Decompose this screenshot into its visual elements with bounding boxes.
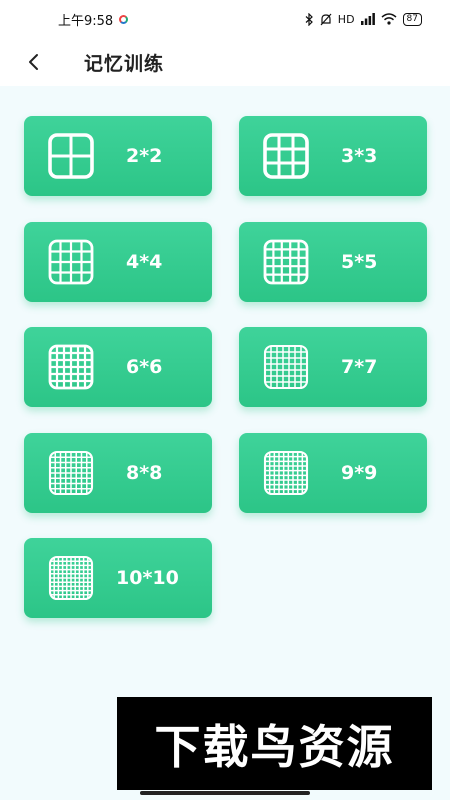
grid-2x2-icon — [48, 133, 94, 179]
grid-option-label: 7*7 — [341, 356, 378, 378]
battery-indicator: 87 — [402, 12, 422, 26]
status-left: 上午9:58 — [58, 10, 129, 29]
grid-option-label: 5*5 — [341, 251, 378, 273]
home-indicator — [140, 791, 310, 795]
grid-option-label: 10*10 — [116, 567, 179, 589]
grid-3x3-icon — [263, 133, 309, 179]
grid-option-label: 8*8 — [126, 462, 163, 484]
grid-option-label: 3*3 — [341, 145, 378, 167]
app-header: 记忆训练 — [0, 38, 450, 86]
page-title: 记忆训练 — [84, 53, 165, 75]
status-time: 上午9:58 — [58, 13, 114, 29]
grid-4x4-icon — [48, 239, 94, 285]
grid-8x8-icon — [48, 450, 94, 496]
grid-option-list: 2*2 3*3 4*4 5*5 6*6 7*7 8*8 9*9 10*10 — [0, 86, 450, 800]
status-bar: 上午9:58 HD 87 — [0, 0, 450, 38]
grid-option-card-7x7[interactable]: 7*7 — [239, 327, 427, 407]
grid-option-card-10x10[interactable]: 10*10 — [24, 538, 212, 618]
grid-option-card-6x6[interactable]: 6*6 — [24, 327, 212, 407]
grid-5x5-icon — [263, 239, 309, 285]
grid-7x7-icon — [263, 344, 309, 390]
grid-option-card-8x8[interactable]: 8*8 — [24, 433, 212, 513]
wifi-icon — [381, 13, 397, 25]
back-button[interactable] — [20, 48, 48, 76]
grid-option-card-4x4[interactable]: 4*4 — [24, 222, 212, 302]
mute-bell-icon — [320, 13, 332, 25]
signal-icon — [360, 13, 375, 25]
grid-option-card-9x9[interactable]: 9*9 — [239, 433, 427, 513]
grid-option-label: 9*9 — [341, 462, 378, 484]
network-label: HD — [337, 12, 355, 26]
app-notification-icon — [119, 14, 129, 24]
watermark-banner: 下载鸟资源 — [117, 697, 432, 790]
grid-option-card-5x5[interactable]: 5*5 — [239, 222, 427, 302]
grid-option-card-3x3[interactable]: 3*3 — [239, 116, 427, 196]
grid-option-label: 6*6 — [126, 356, 163, 378]
grid-option-label: 4*4 — [126, 251, 163, 273]
grid-option-label: 2*2 — [126, 145, 163, 167]
bluetooth-icon — [305, 12, 313, 26]
grid-option-card-2x2[interactable]: 2*2 — [24, 116, 212, 196]
grid-10x10-icon — [48, 555, 94, 601]
grid-9x9-icon — [263, 450, 309, 496]
status-right: HD 87 — [305, 12, 422, 26]
watermark-text: 下载鸟资源 — [154, 719, 395, 774]
grid-6x6-icon — [48, 344, 94, 390]
chevron-left-icon — [29, 54, 38, 70]
